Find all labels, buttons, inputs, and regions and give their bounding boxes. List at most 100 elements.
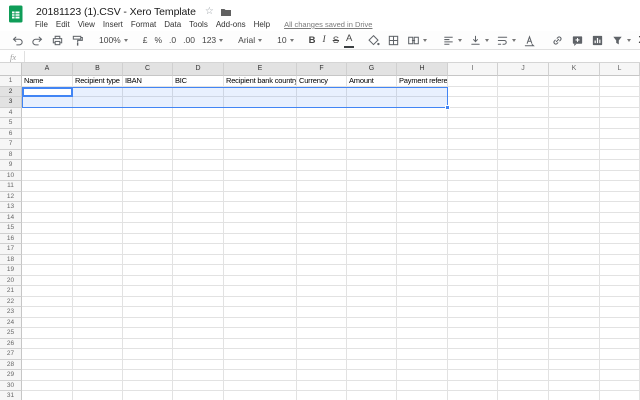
cell-H9[interactable] <box>397 160 448 171</box>
bold-button[interactable]: B <box>307 32 318 48</box>
cell-I15[interactable] <box>448 223 498 234</box>
cell-D17[interactable] <box>173 244 224 255</box>
cell-B11[interactable] <box>73 181 123 192</box>
cell-J24[interactable] <box>498 318 549 329</box>
row-header-7[interactable]: 7 <box>0 139 22 150</box>
cell-H22[interactable] <box>397 297 448 308</box>
cell-J4[interactable] <box>498 108 549 119</box>
cell-L29[interactable] <box>600 370 640 381</box>
cell-F24[interactable] <box>297 318 347 329</box>
cell-H20[interactable] <box>397 276 448 287</box>
cell-J14[interactable] <box>498 213 549 224</box>
row-header-4[interactable]: 4 <box>0 108 22 119</box>
cell-E24[interactable] <box>224 318 297 329</box>
cell-B16[interactable] <box>73 234 123 245</box>
cell-A2[interactable] <box>22 87 73 98</box>
cell-J15[interactable] <box>498 223 549 234</box>
cell-B4[interactable] <box>73 108 123 119</box>
cell-I9[interactable] <box>448 160 498 171</box>
cell-B30[interactable] <box>73 381 123 392</box>
cell-D3[interactable] <box>173 97 224 108</box>
cell-B24[interactable] <box>73 318 123 329</box>
cell-H27[interactable] <box>397 349 448 360</box>
cell-L4[interactable] <box>600 108 640 119</box>
row-header-9[interactable]: 9 <box>0 160 22 171</box>
cell-D12[interactable] <box>173 192 224 203</box>
cell-B19[interactable] <box>73 265 123 276</box>
cell-A13[interactable] <box>22 202 73 213</box>
cell-F7[interactable] <box>297 139 347 150</box>
cell-E5[interactable] <box>224 118 297 129</box>
cell-I7[interactable] <box>448 139 498 150</box>
cell-F2[interactable] <box>297 87 347 98</box>
cell-K12[interactable] <box>549 192 600 203</box>
cell-L5[interactable] <box>600 118 640 129</box>
cell-J16[interactable] <box>498 234 549 245</box>
cell-F14[interactable] <box>297 213 347 224</box>
cell-H11[interactable] <box>397 181 448 192</box>
cell-K27[interactable] <box>549 349 600 360</box>
menu-edit[interactable]: Edit <box>56 20 70 29</box>
cell-A31[interactable] <box>22 391 73 400</box>
save-status-link[interactable]: All changes saved in Drive <box>284 20 372 29</box>
cell-H25[interactable] <box>397 328 448 339</box>
cell-K7[interactable] <box>549 139 600 150</box>
cell-A17[interactable] <box>22 244 73 255</box>
cell-E23[interactable] <box>224 307 297 318</box>
cell-D2[interactable] <box>173 87 224 98</box>
cell-C26[interactable] <box>123 339 173 350</box>
cell-J17[interactable] <box>498 244 549 255</box>
cell-L20[interactable] <box>600 276 640 287</box>
cell-A21[interactable] <box>22 286 73 297</box>
cell-J27[interactable] <box>498 349 549 360</box>
cell-G20[interactable] <box>347 276 397 287</box>
cell-E1[interactable]: Recipient bank country <box>224 76 297 87</box>
cell-F31[interactable] <box>297 391 347 400</box>
cell-F25[interactable] <box>297 328 347 339</box>
cell-I26[interactable] <box>448 339 498 350</box>
cell-B14[interactable] <box>73 213 123 224</box>
cell-A23[interactable] <box>22 307 73 318</box>
cell-I22[interactable] <box>448 297 498 308</box>
cell-C31[interactable] <box>123 391 173 400</box>
cell-K28[interactable] <box>549 360 600 371</box>
page-title[interactable]: 20181123 (1).CSV - Xero Template <box>36 6 196 18</box>
cell-E14[interactable] <box>224 213 297 224</box>
cell-F11[interactable] <box>297 181 347 192</box>
cell-J6[interactable] <box>498 129 549 140</box>
column-header-C[interactable]: C <box>123 63 173 76</box>
cell-D25[interactable] <box>173 328 224 339</box>
cell-L16[interactable] <box>600 234 640 245</box>
cell-F16[interactable] <box>297 234 347 245</box>
cell-F30[interactable] <box>297 381 347 392</box>
row-header-11[interactable]: 11 <box>0 181 22 192</box>
cell-J30[interactable] <box>498 381 549 392</box>
cell-G5[interactable] <box>347 118 397 129</box>
cell-C10[interactable] <box>123 171 173 182</box>
row-header-12[interactable]: 12 <box>0 192 22 203</box>
cell-H17[interactable] <box>397 244 448 255</box>
cell-E30[interactable] <box>224 381 297 392</box>
text-wrap-button[interactable] <box>494 32 518 48</box>
cell-A4[interactable] <box>22 108 73 119</box>
cell-G27[interactable] <box>347 349 397 360</box>
cell-K10[interactable] <box>549 171 600 182</box>
cell-A29[interactable] <box>22 370 73 381</box>
cell-G18[interactable] <box>347 255 397 266</box>
cell-C13[interactable] <box>123 202 173 213</box>
cell-A14[interactable] <box>22 213 73 224</box>
cell-F15[interactable] <box>297 223 347 234</box>
cell-B5[interactable] <box>73 118 123 129</box>
cell-E8[interactable] <box>224 150 297 161</box>
cell-H18[interactable] <box>397 255 448 266</box>
cell-D14[interactable] <box>173 213 224 224</box>
row-header-21[interactable]: 21 <box>0 286 22 297</box>
cell-I19[interactable] <box>448 265 498 276</box>
print-button[interactable] <box>49 32 66 48</box>
font-family-select[interactable]: Arial <box>236 32 264 48</box>
cell-J10[interactable] <box>498 171 549 182</box>
cell-D24[interactable] <box>173 318 224 329</box>
cell-H29[interactable] <box>397 370 448 381</box>
column-header-G[interactable]: G <box>347 63 397 76</box>
cell-C29[interactable] <box>123 370 173 381</box>
